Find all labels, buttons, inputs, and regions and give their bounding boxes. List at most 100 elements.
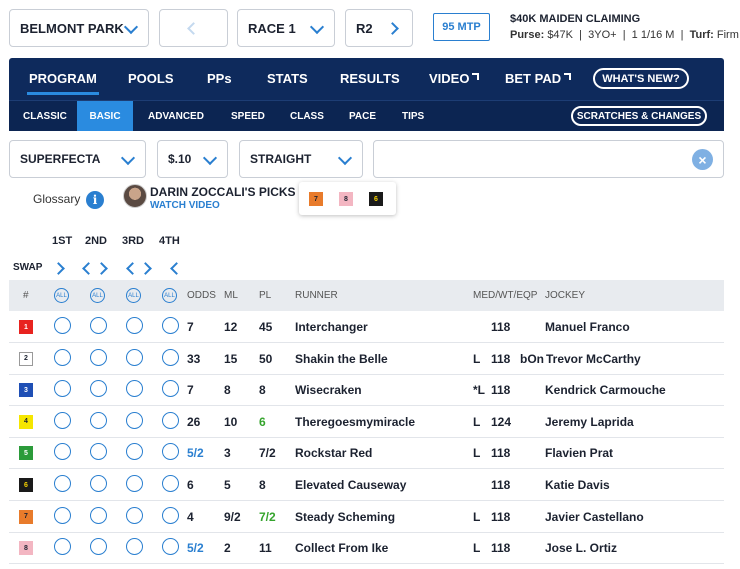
info-icon[interactable]: i xyxy=(86,191,104,209)
runner-name[interactable]: Elevated Causeway xyxy=(295,478,406,492)
position-4-radio[interactable] xyxy=(162,475,179,492)
jockey-name: Trevor McCarthy xyxy=(546,351,641,366)
subtab-speed[interactable]: SPEED xyxy=(217,101,279,131)
position-3-radio[interactable] xyxy=(126,506,143,524)
position-3-radio[interactable] xyxy=(126,348,143,366)
track-select-value: BELMONT PARK xyxy=(20,20,124,36)
all-4th-toggle[interactable]: ALL xyxy=(162,288,177,303)
clear-icon[interactable]: × xyxy=(692,149,713,170)
runner-name[interactable]: Collect From Ike xyxy=(295,541,388,555)
subtab-classic[interactable]: CLASSIC xyxy=(9,101,81,131)
previous-race-button[interactable] xyxy=(159,9,228,47)
runner-name[interactable]: Steady Scheming xyxy=(295,510,395,524)
pl-value: 7/2 xyxy=(259,446,276,461)
runner-name[interactable]: Theregoesmymiracle xyxy=(295,415,415,429)
odds-value: 7 xyxy=(187,383,194,398)
table-row: 6 6 5 8 Elevated Causeway 118 Katie Davis xyxy=(9,469,724,501)
all-1st-toggle[interactable]: ALL xyxy=(54,288,69,303)
position-2-radio[interactable] xyxy=(90,317,107,334)
tab-stats[interactable]: STATS xyxy=(267,71,308,86)
odds-value: 6 xyxy=(187,478,194,492)
track-select[interactable]: BELMONT PARK xyxy=(9,9,149,47)
tab-pps[interactable]: PPs xyxy=(207,71,232,86)
swap-right-icon[interactable] xyxy=(139,262,152,275)
runner-name[interactable]: Interchanger xyxy=(295,320,368,334)
subtab-tips[interactable]: TIPS xyxy=(388,101,438,131)
position-3-radio[interactable] xyxy=(126,317,143,334)
position-2-radio[interactable] xyxy=(90,348,107,366)
position-4-radio[interactable] xyxy=(162,380,179,398)
position-1-radio[interactable] xyxy=(54,443,71,461)
subtab-basic[interactable]: BASIC xyxy=(77,101,133,131)
position-1-radio[interactable] xyxy=(54,380,71,398)
pl-value: 50 xyxy=(259,351,273,366)
odds-value: 7 xyxy=(187,320,194,334)
race-details: Purse: $47K | 3YO+ | 1 1/16 M | Turf: Fi… xyxy=(510,29,739,41)
runner-name[interactable]: Wisecraken xyxy=(295,383,362,397)
table-row: 7 4 9/2 7/2 Steady Scheming L 118 Javier Castel… xyxy=(9,501,724,533)
watch-video-link[interactable]: WATCH VIDEO xyxy=(150,200,220,211)
position-3-radio[interactable] xyxy=(126,443,143,461)
pl-value: 11 xyxy=(259,541,272,556)
tab-video[interactable]: VIDEO xyxy=(429,71,480,86)
runner-name[interactable]: Rockstar Red xyxy=(295,446,372,460)
position-4-radio[interactable] xyxy=(162,506,179,524)
glossary-link[interactable]: Glossary xyxy=(33,192,80,206)
position-3-radio[interactable] xyxy=(126,475,143,492)
swap-right-icon[interactable] xyxy=(52,262,65,275)
whats-new-button[interactable]: WHAT'S NEW? xyxy=(593,68,689,89)
scratches-changes-button[interactable]: SCRATCHES & CHANGES xyxy=(571,106,707,126)
all-2nd-toggle[interactable]: ALL xyxy=(90,288,105,303)
all-3rd-toggle[interactable]: ALL xyxy=(126,288,141,303)
medication-value: L xyxy=(473,446,481,461)
position-4-radio[interactable] xyxy=(162,348,179,366)
position-1-radio[interactable] xyxy=(54,317,71,334)
table-row: 3 7 8 8 Wisecraken *L 118 Kendrick Carmouche xyxy=(9,374,724,407)
tab-bet-pad[interactable]: BET PAD xyxy=(505,71,572,86)
race-select[interactable]: RACE 1 xyxy=(237,9,335,47)
bet-amount-select[interactable]: $.10 xyxy=(157,140,228,178)
position-1-radio[interactable] xyxy=(54,475,71,492)
position-1-radio[interactable] xyxy=(54,411,71,429)
position-2-radio[interactable] xyxy=(90,538,107,556)
position-3-radio[interactable] xyxy=(126,380,143,398)
tab-results[interactable]: RESULTS xyxy=(340,71,400,86)
picks-title: DARIN ZOCCALI'S PICKS xyxy=(150,185,296,199)
swap-left-icon[interactable] xyxy=(82,262,95,275)
position-1-radio[interactable] xyxy=(54,506,71,524)
header-jockey: JOCKEY xyxy=(545,290,586,301)
position-1-radio[interactable] xyxy=(54,348,71,366)
weight-value: 118 xyxy=(491,509,511,524)
table-row: 2 33 15 50 Shakin the Belle L 118 bOn Trevor McC… xyxy=(9,343,724,375)
odds-value: 4 xyxy=(187,509,194,524)
swap-left-icon[interactable] xyxy=(126,262,139,275)
position-2-radio[interactable] xyxy=(90,475,107,492)
program-number-badge: 1 xyxy=(19,320,33,334)
runner-name[interactable]: Shakin the Belle xyxy=(295,352,388,366)
bet-selection-field[interactable]: × xyxy=(373,140,724,178)
position-2-radio[interactable] xyxy=(90,506,107,524)
separator: | xyxy=(579,29,582,41)
subtab-advanced[interactable]: ADVANCED xyxy=(134,101,218,131)
position-3-radio[interactable] xyxy=(126,411,143,429)
position-4-radio[interactable] xyxy=(162,317,179,334)
position-1-radio[interactable] xyxy=(54,538,71,556)
swap-right-icon[interactable] xyxy=(95,262,108,275)
tab-pools[interactable]: POOLS xyxy=(128,71,174,86)
position-4-radio[interactable] xyxy=(162,538,179,556)
swap-left-icon[interactable] xyxy=(170,262,183,275)
external-link-icon xyxy=(472,73,480,80)
position-4-radio[interactable] xyxy=(162,411,179,429)
position-4-radio[interactable] xyxy=(162,443,179,461)
bet-type-select[interactable]: SUPERFECTA xyxy=(9,140,146,178)
tab-program[interactable]: PROGRAM xyxy=(27,71,99,95)
subtab-class[interactable]: CLASS xyxy=(276,101,338,131)
position-3-radio[interactable] xyxy=(126,538,143,556)
pl-value: 45 xyxy=(259,320,273,334)
bet-mode-select[interactable]: STRAIGHT xyxy=(239,140,363,178)
position-2-radio[interactable] xyxy=(90,443,107,461)
subtab-pace[interactable]: PACE xyxy=(335,101,390,131)
next-race-button[interactable]: R2 xyxy=(345,9,413,47)
position-2-radio[interactable] xyxy=(90,380,107,398)
position-2-radio[interactable] xyxy=(90,411,107,429)
